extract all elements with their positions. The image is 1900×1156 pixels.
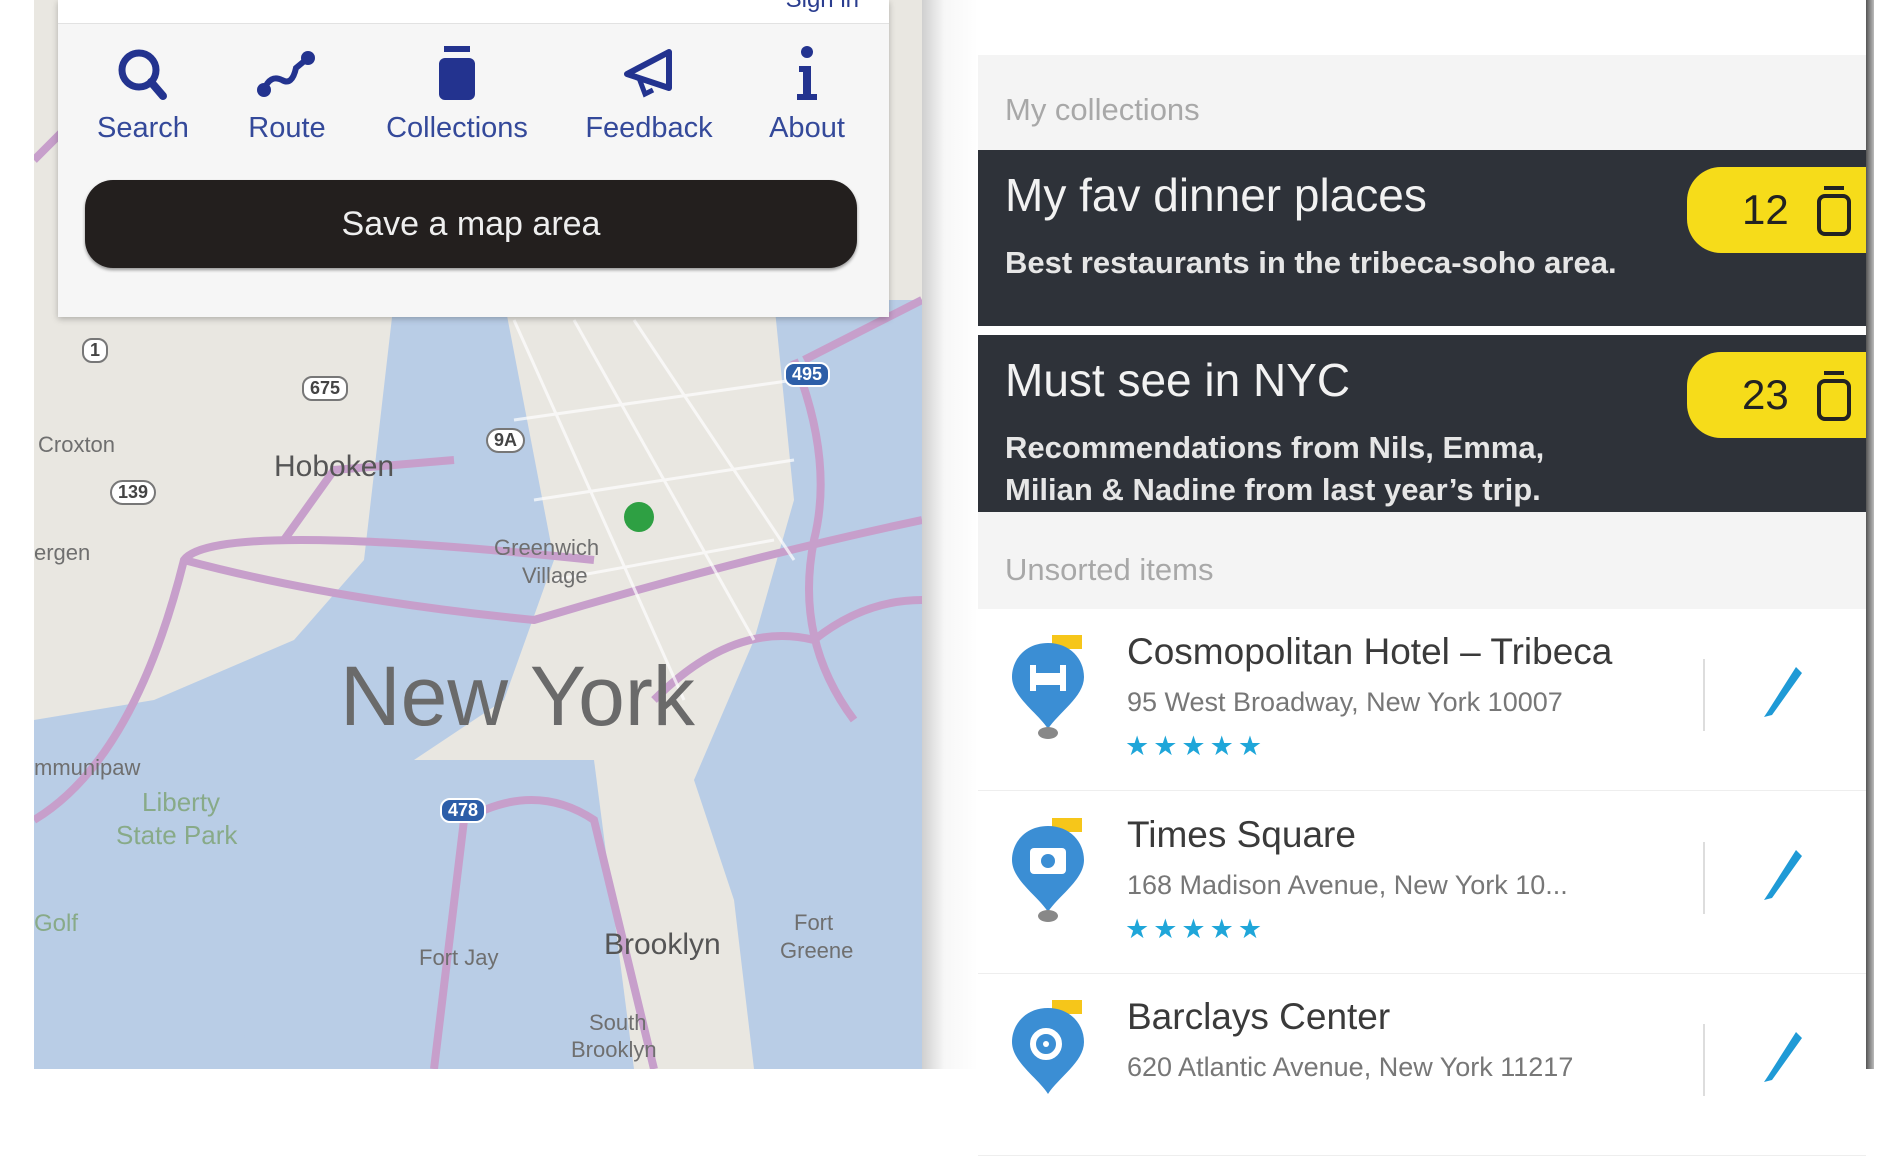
device-edge: [1866, 0, 1874, 1069]
edit-pencil-icon[interactable]: [1758, 842, 1808, 902]
nav-label: Feedback: [585, 112, 713, 144]
item-rating-stars: ★★★★★: [1125, 914, 1267, 944]
divider: [1703, 1024, 1705, 1096]
list-item[interactable]: Cosmopolitan Hotel – Tribeca 95 West Bro…: [978, 609, 1866, 791]
map-label-golf: Golf: [34, 910, 79, 937]
map-label-hoboken: Hoboken: [274, 450, 395, 483]
item-address: 95 West Broadway, New York 10007: [1127, 687, 1563, 717]
route-shield: 675: [302, 376, 349, 401]
edit-pencil-icon[interactable]: [1758, 659, 1808, 719]
menu-panel: Sign in Search Route Collections Feedbac…: [58, 0, 889, 317]
collection-count-badge: 12: [1687, 167, 1866, 253]
route-shield: 9A: [486, 428, 526, 453]
collection-jar-icon: [1817, 371, 1851, 421]
hotel-icon: [1012, 635, 1084, 739]
item-name: Cosmopolitan Hotel – Tribeca: [1127, 631, 1613, 672]
feedback-icon: [624, 49, 672, 98]
nav-label: Search: [97, 112, 189, 144]
collection-count: 23: [1742, 371, 1789, 418]
divider: [1703, 842, 1705, 914]
collection-card[interactable]: My fav dinner places Best restaurants in…: [978, 150, 1866, 326]
list-item[interactable]: Times Square 168 Madison Avenue, New Yor…: [978, 792, 1866, 974]
route-icon: [257, 51, 315, 97]
nav-about[interactable]: About: [732, 44, 882, 145]
item-name: Times Square: [1127, 814, 1356, 855]
interstate-shield: 478: [440, 798, 487, 823]
device-bezel: [922, 0, 978, 1069]
collection-count-badge: 23: [1687, 352, 1866, 438]
info-icon: [797, 46, 817, 100]
nav-label: About: [769, 112, 845, 144]
current-location-dot: [624, 502, 654, 532]
map-label-fort: Fort: [794, 910, 834, 935]
sign-in-link[interactable]: Sign in: [786, 0, 859, 14]
map-label-village: Village: [522, 563, 588, 588]
collection-card[interactable]: Must see in NYC Recommendations from Nil…: [978, 335, 1866, 512]
collection-jar-icon: [1817, 186, 1851, 236]
interstate-shield: 495: [784, 362, 831, 387]
nav-label: Route: [248, 112, 326, 144]
item-address: 620 Atlantic Avenue, New York 11217: [1127, 1052, 1574, 1082]
collection-title: My fav dinner places: [1005, 169, 1427, 221]
map-label-communipaw: mmunipaw: [34, 755, 141, 780]
collections-panel: My collections My fav dinner places Best…: [978, 0, 1866, 1156]
my-collections-header: My collections: [978, 55, 1866, 150]
route-shield: 139: [110, 480, 157, 505]
collections-icon: [439, 46, 475, 100]
item-rating-stars: ★★★★★: [1125, 731, 1267, 761]
stadium-icon: [1012, 1000, 1084, 1094]
camera-icon: [1012, 818, 1084, 922]
edit-pencil-icon[interactable]: [1758, 1024, 1808, 1084]
map-label-liberty: Liberty: [142, 787, 221, 817]
map-label-south-brooklyn: Brooklyn: [571, 1037, 657, 1062]
map-label-greenwich: Greenwich: [494, 535, 600, 560]
map-label-south: South: [589, 1010, 647, 1035]
map-label-croxton: Croxton: [38, 432, 116, 457]
collection-title: Must see in NYC: [1005, 354, 1351, 406]
map-label-city: New York: [340, 649, 695, 743]
nav-feedback[interactable]: Feedback: [574, 44, 724, 145]
map-label-bergen: ergen: [34, 540, 91, 565]
route-shield: 1: [82, 338, 109, 363]
map-label-greene: Greene: [780, 938, 854, 963]
nav-search[interactable]: Search: [68, 44, 218, 145]
collection-description: Best restaurants in the tribeca-soho are…: [1005, 245, 1617, 280]
save-map-area-button[interactable]: Save a map area: [85, 180, 857, 268]
collection-count: 12: [1742, 186, 1789, 233]
nav-route[interactable]: Route: [212, 44, 362, 145]
nav-label: Collections: [386, 112, 528, 144]
nav-collections[interactable]: Collections: [382, 44, 532, 145]
search-icon: [118, 49, 167, 100]
list-item[interactable]: Barclays Center 620 Atlantic Avenue, New…: [978, 974, 1866, 1156]
unsorted-items-header: Unsorted items: [978, 512, 1866, 609]
top-bar: Sign in: [58, 0, 889, 24]
item-name: Barclays Center: [1127, 996, 1391, 1037]
divider: [1703, 659, 1705, 731]
map-label-brooklyn: Brooklyn: [604, 928, 721, 961]
item-address: 168 Madison Avenue, New York 10...: [1127, 870, 1568, 900]
map-label-state-park: State Park: [116, 820, 238, 850]
collection-description: Recommendations from Nils, Emma, Milian …: [1005, 430, 1545, 507]
map-label-fort-jay: Fort Jay: [419, 945, 499, 970]
